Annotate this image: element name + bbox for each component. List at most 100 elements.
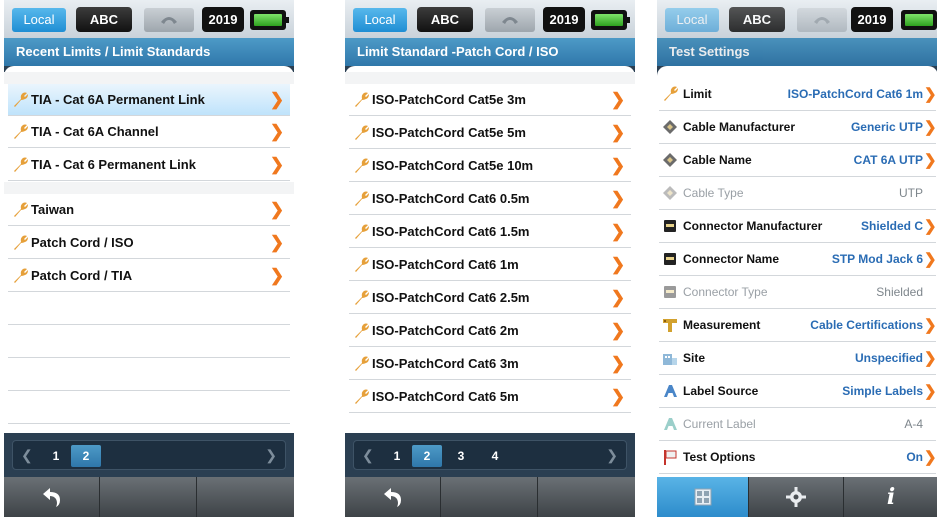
setting-name: Cable Type [683, 186, 744, 200]
page-4[interactable]: 4 [480, 445, 510, 467]
chevron-right-icon: ❯ [610, 386, 626, 406]
list-item[interactable]: ISO-PatchCord Cat5e 10m ❯ [349, 150, 631, 182]
list-item-patch-cord-tia[interactable]: Patch Cord / TIA ❯ [8, 260, 290, 292]
list-item-label: Taiwan [31, 202, 75, 217]
connector-icon [659, 282, 681, 302]
chevron-left-icon[interactable]: ❮ [21, 447, 33, 464]
wrench-icon [351, 156, 371, 176]
empty-row [8, 326, 290, 358]
list-item[interactable]: ISO-PatchCord Cat5e 3m ❯ [349, 84, 631, 116]
list-item[interactable]: ISO-PatchCord Cat6 1m ❯ [349, 249, 631, 281]
list-item-tia-cat6-permanent-link[interactable]: TIA - Cat 6 Permanent Link ❯ [8, 149, 290, 181]
year-indicator: 2019 [543, 7, 585, 32]
setting-limit[interactable]: Limit ISO-PatchCord Cat6 1m ❯ [659, 78, 937, 111]
grid-view-button[interactable] [657, 477, 749, 517]
wrench-icon [351, 90, 371, 110]
setting-value: ISO-PatchCord Cat6 1m [787, 87, 923, 101]
chevron-right-icon: ❯ [610, 254, 626, 274]
setting-value: A-4 [904, 417, 923, 431]
chevron-right-icon: ❯ [610, 89, 626, 109]
chevron-right-icon[interactable]: ❯ [606, 447, 618, 464]
battery-icon [591, 10, 630, 30]
cable-icon [659, 150, 681, 170]
site-icon [659, 348, 681, 368]
list-item-patch-cord-iso[interactable]: Patch Cord / ISO ❯ [8, 227, 290, 259]
phone-button[interactable] [144, 8, 194, 32]
setting-test-options[interactable]: Test Options On ❯ [659, 441, 937, 474]
wrench-icon [10, 266, 30, 286]
wrench-icon [351, 189, 371, 209]
phone-button[interactable] [797, 8, 847, 32]
setting-connector-manufacturer[interactable]: Connector Manufacturer Shielded C ❯ [659, 210, 937, 243]
chevron-right-icon[interactable]: ❯ [265, 447, 277, 464]
list-item-label: TIA - Cat 6A Channel [31, 124, 159, 139]
list-item[interactable]: ISO-PatchCord Cat6 3m ❯ [349, 348, 631, 380]
chevron-right-icon: ❯ [610, 155, 626, 175]
settings-list: Limit ISO-PatchCord Cat6 1m ❯ Cable Manu… [657, 66, 937, 477]
chevron-right-icon: ❯ [924, 449, 937, 466]
list-spacer [345, 72, 635, 84]
setting-cable-manufacturer[interactable]: Cable Manufacturer Generic UTP ❯ [659, 111, 937, 144]
list-item[interactable]: ISO-PatchCord Cat6 1.5m ❯ [349, 216, 631, 248]
list-item-label: ISO-PatchCord Cat5e 10m [372, 158, 534, 173]
chevron-right-icon: ❯ [269, 232, 285, 252]
list-item-tia-cat6a-channel[interactable]: TIA - Cat 6A Channel ❯ [8, 116, 290, 148]
wrench-icon [351, 321, 371, 341]
gear-icon [786, 487, 806, 507]
list-item-tia-cat6a-permanent-link[interactable]: TIA - Cat 6A Permanent Link ❯ [8, 84, 290, 116]
abc-button[interactable]: ABC [729, 7, 785, 32]
measurement-icon [659, 315, 681, 335]
wrench-icon [351, 222, 371, 242]
list-item-taiwan[interactable]: Taiwan ❯ [8, 194, 290, 226]
back-button[interactable] [345, 477, 441, 517]
abc-button[interactable]: ABC [417, 7, 473, 32]
list-item-label: Patch Cord / TIA [31, 268, 133, 283]
grid-icon [694, 488, 711, 506]
chevron-right-icon: ❯ [610, 320, 626, 340]
info-button[interactable]: i [844, 477, 937, 517]
toolbar-empty-slot [441, 477, 538, 517]
page-3[interactable]: 3 [446, 445, 476, 467]
setting-cable-name[interactable]: Cable Name CAT 6A UTP ❯ [659, 144, 937, 177]
setting-value: Shielded [876, 285, 923, 299]
local-button[interactable]: Local [12, 8, 66, 32]
page-1[interactable]: 1 [382, 445, 412, 467]
setting-name: Limit [683, 87, 712, 101]
local-button[interactable]: Local [353, 8, 407, 32]
empty-row [8, 359, 290, 391]
setting-value: CAT 6A UTP [853, 153, 923, 167]
setting-value: Unspecified [854, 351, 923, 365]
chevron-right-icon: ❯ [924, 317, 937, 334]
list-spacer [4, 182, 294, 194]
toolbar-empty-slot [100, 477, 197, 517]
setting-label-source[interactable]: Label Source Simple Labels ❯ [659, 375, 937, 408]
chevron-left-icon[interactable]: ❮ [362, 447, 374, 464]
phone-button[interactable] [485, 8, 535, 32]
list-item[interactable]: ISO-PatchCord Cat6 5m ❯ [349, 381, 631, 413]
page-2[interactable]: 2 [412, 445, 442, 467]
abc-button[interactable]: ABC [76, 7, 132, 32]
back-button[interactable] [4, 477, 100, 517]
empty-row [8, 392, 290, 424]
setting-measurement[interactable]: Measurement Cable Certifications ❯ [659, 309, 937, 342]
local-button[interactable]: Local [665, 8, 719, 32]
list-item[interactable]: ISO-PatchCord Cat5e 5m ❯ [349, 117, 631, 149]
wrench-icon [10, 122, 30, 142]
list-item[interactable]: ISO-PatchCord Cat6 2.5m ❯ [349, 282, 631, 314]
bottom-toolbar [345, 477, 635, 517]
page-1[interactable]: 1 [41, 445, 71, 467]
setting-site[interactable]: Site Unspecified ❯ [659, 342, 937, 375]
list-item[interactable]: ISO-PatchCord Cat6 0.5m ❯ [349, 183, 631, 215]
list-item-label: TIA - Cat 6A Permanent Link [31, 92, 205, 107]
list-item-label: ISO-PatchCord Cat6 1.5m [372, 224, 530, 239]
setting-value: Generic UTP [850, 120, 923, 134]
settings-button[interactable] [749, 477, 844, 517]
setting-connector-name[interactable]: Connector Name STP Mod Jack 6 ❯ [659, 243, 937, 276]
setting-name: Cable Name [683, 153, 752, 167]
phone-icon [814, 17, 830, 24]
list-item[interactable]: ISO-PatchCord Cat6 2m ❯ [349, 315, 631, 347]
pagination: ❮ 1 2 ❯ [12, 440, 286, 470]
chevron-placeholder: ❯ [924, 283, 936, 301]
chevron-right-icon: ❯ [924, 218, 937, 235]
page-2[interactable]: 2 [71, 445, 101, 467]
